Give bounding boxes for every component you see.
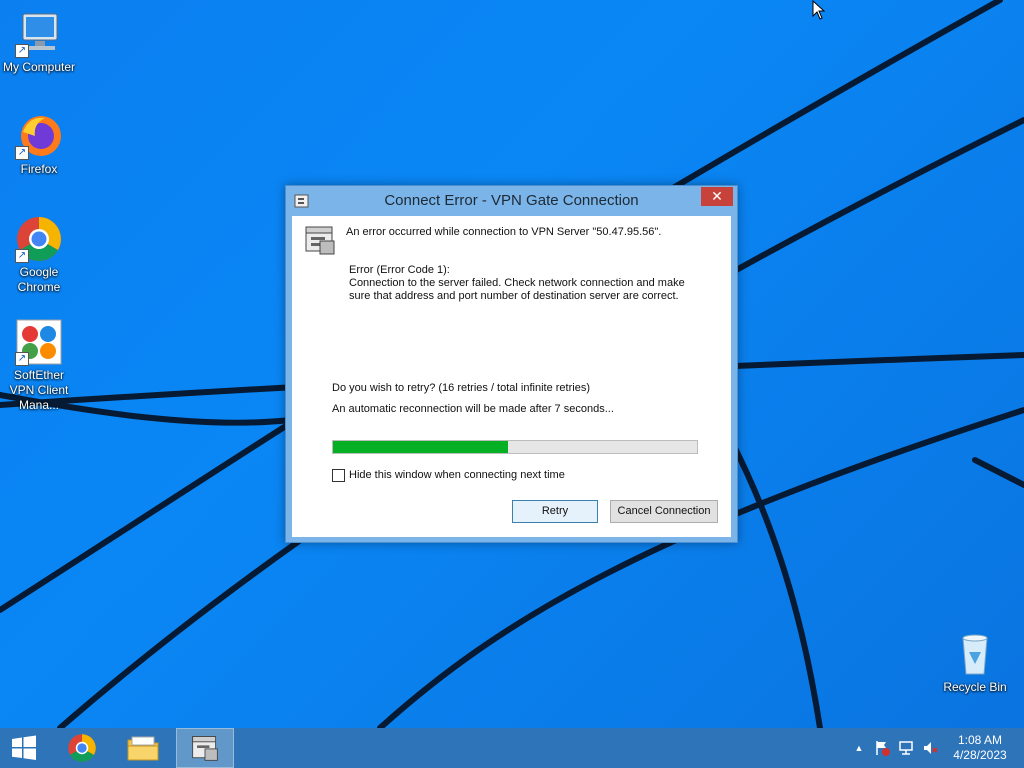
progress-fill bbox=[333, 441, 508, 453]
start-button[interactable] bbox=[0, 728, 48, 768]
clock-date: 4/28/2023 bbox=[953, 748, 1007, 762]
shortcut-arrow-icon: ↗ bbox=[15, 146, 29, 160]
reconnect-progress-bar bbox=[332, 440, 698, 454]
dialog-content: An error occurred while connection to VP… bbox=[292, 216, 731, 537]
system-clock[interactable]: 1:08 AM 4/28/2023 bbox=[940, 733, 1020, 763]
error-code-title: Error (Error Code 1): bbox=[349, 264, 450, 276]
error-message: An error occurred while connection to VP… bbox=[346, 226, 662, 238]
desktop-icon-google-chrome[interactable]: ↗ Google Chrome bbox=[0, 215, 78, 295]
taskbar-file-explorer[interactable] bbox=[115, 728, 171, 768]
firefox-icon: ↗ bbox=[15, 112, 63, 160]
error-details: Error (Error Code 1): Connection to the … bbox=[349, 264, 709, 303]
desktop-icon-label: My Computer bbox=[2, 60, 76, 74]
taskbar: ▲ 1:08 AM 4/28/2023 bbox=[0, 728, 1024, 768]
start-icon bbox=[12, 735, 36, 760]
chrome-icon bbox=[68, 734, 96, 762]
softether-icon: ↗ bbox=[15, 318, 63, 366]
cancel-connection-button[interactable]: Cancel Connection bbox=[610, 500, 718, 523]
shortcut-arrow-icon: ↗ bbox=[15, 44, 29, 58]
close-button[interactable]: ✕ bbox=[701, 187, 733, 206]
hide-window-checkbox-label[interactable]: Hide this window when connecting next ti… bbox=[349, 469, 565, 481]
auto-reconnect-message: An automatic reconnection will be made a… bbox=[332, 403, 614, 415]
softether-icon bbox=[192, 736, 218, 761]
show-hidden-icons-button[interactable]: ▲ bbox=[851, 740, 867, 756]
shortcut-arrow-icon: ↗ bbox=[15, 249, 29, 263]
connect-error-dialog: Connect Error - VPN Gate Connection ✕ An… bbox=[285, 185, 738, 543]
file-explorer-icon bbox=[127, 736, 159, 761]
desktop-icon-label: SoftEther VPN Client Mana... bbox=[9, 368, 69, 412]
retry-question: Do you wish to retry? (16 retries / tota… bbox=[332, 382, 590, 394]
taskbar-chrome[interactable] bbox=[54, 728, 110, 768]
taskbar-softether[interactable] bbox=[176, 728, 234, 768]
desktop-icon-recycle-bin[interactable]: Recycle Bin bbox=[936, 630, 1014, 695]
desktop-icon-label: Firefox bbox=[20, 162, 58, 176]
desktop-icon-my-computer[interactable]: ↗ My Computer bbox=[0, 10, 78, 75]
desktop-icon-label: Recycle Bin bbox=[943, 680, 1007, 694]
hide-window-checkbox[interactable] bbox=[332, 469, 345, 482]
error-code-detail: Connection to the server failed. Check n… bbox=[349, 277, 685, 302]
dialog-titlebar[interactable]: Connect Error - VPN Gate Connection ✕ bbox=[286, 186, 737, 216]
clock-time: 1:08 AM bbox=[957, 733, 1003, 747]
dialog-title: Connect Error - VPN Gate Connection bbox=[384, 192, 639, 209]
volume-muted-icon[interactable] bbox=[922, 740, 938, 756]
desktop-icon-firefox[interactable]: ↗ Firefox bbox=[0, 112, 78, 177]
mouse-cursor-icon bbox=[812, 0, 826, 20]
desktop-icon-softether[interactable]: ↗ SoftEther VPN Client Mana... bbox=[0, 318, 78, 413]
retry-button[interactable]: Retry bbox=[512, 500, 598, 523]
recycle-bin-icon bbox=[951, 630, 999, 678]
computer-icon: ↗ bbox=[15, 10, 63, 58]
action-center-flag-icon[interactable] bbox=[874, 740, 890, 756]
shortcut-arrow-icon: ↗ bbox=[15, 352, 29, 366]
vpn-server-icon bbox=[305, 226, 335, 255]
desktop-icon-label: Google Chrome bbox=[17, 265, 61, 294]
chrome-icon: ↗ bbox=[15, 215, 63, 263]
network-icon[interactable] bbox=[898, 740, 914, 756]
